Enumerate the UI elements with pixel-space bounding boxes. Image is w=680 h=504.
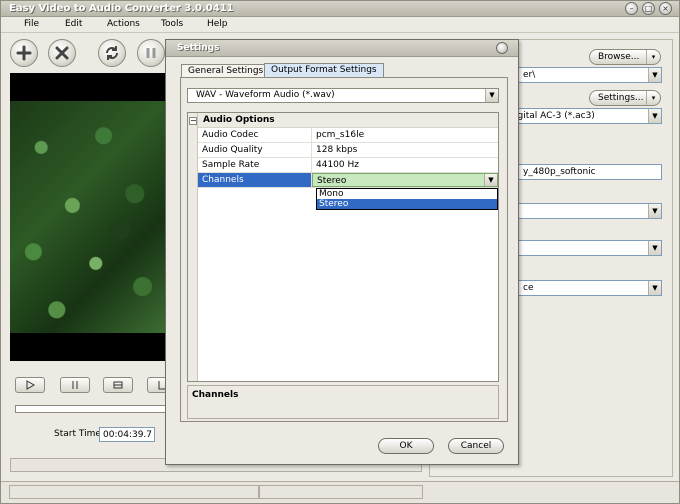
option-stereo[interactable]: Stereo bbox=[317, 199, 497, 209]
minimize-icon[interactable]: – bbox=[625, 2, 638, 15]
channels-dropdown-list: Mono Stereo bbox=[316, 188, 498, 210]
pause-button[interactable] bbox=[137, 39, 165, 67]
option-combo-2[interactable]: ▼ bbox=[518, 240, 662, 256]
play-icon bbox=[26, 380, 35, 390]
tab-general-settings[interactable]: General Settings bbox=[181, 64, 271, 78]
chevron-down-icon: ▼ bbox=[648, 281, 661, 295]
dialog-title: Settings bbox=[177, 43, 220, 53]
format-value: WAV - Waveform Audio (*.wav) bbox=[196, 90, 335, 100]
browse-button[interactable]: Browse... ▾ bbox=[589, 49, 661, 65]
stop-button[interactable] bbox=[103, 377, 133, 393]
add-icon bbox=[16, 45, 32, 61]
channels-combo[interactable]: Stereo ▼ bbox=[312, 173, 498, 187]
option-combo-1[interactable]: ▼ bbox=[518, 203, 662, 219]
pause-playback-button[interactable] bbox=[60, 377, 90, 393]
chevron-down-icon: ▼ bbox=[648, 204, 661, 218]
remove-icon bbox=[55, 46, 69, 60]
close-icon[interactable]: × bbox=[659, 2, 672, 15]
property-row-channels[interactable]: Channels Stereo ▼ bbox=[198, 173, 498, 188]
description-panel: Channels bbox=[187, 385, 499, 419]
ok-button[interactable]: OK bbox=[378, 438, 434, 454]
description-title: Channels bbox=[192, 390, 239, 400]
option-combo-3[interactable]: ce ▼ bbox=[518, 280, 662, 296]
chevron-down-icon: ▼ bbox=[485, 89, 498, 102]
output-folder-value: er\ bbox=[523, 70, 536, 80]
menu-actions[interactable]: Actions bbox=[107, 19, 140, 29]
property-value: 128 kbps bbox=[316, 145, 358, 155]
chevron-down-icon: ▼ bbox=[648, 68, 661, 82]
settings-button[interactable]: Settings... ▾ bbox=[589, 90, 661, 106]
video-frame bbox=[10, 101, 166, 333]
tab-output-format-settings[interactable]: Output Format Settings bbox=[264, 63, 384, 78]
property-grid: − Audio Options Audio Codec pcm_s16le Au… bbox=[187, 112, 499, 382]
video-preview bbox=[10, 73, 166, 361]
menu-edit[interactable]: Edit bbox=[65, 19, 82, 29]
option-combo-3-value: ce bbox=[523, 283, 534, 293]
start-time-field[interactable]: 00:04:39.7 bbox=[99, 427, 155, 442]
close-icon[interactable] bbox=[496, 42, 508, 54]
property-row-audio-quality[interactable]: Audio Quality 128 kbps bbox=[198, 143, 498, 158]
property-key: Channels bbox=[198, 173, 312, 187]
remove-button[interactable] bbox=[48, 39, 76, 67]
format-combo[interactable]: WAV - Waveform Audio (*.wav) ▼ bbox=[187, 88, 499, 103]
play-button[interactable] bbox=[15, 377, 45, 393]
output-format-value: igital AC-3 (*.ac3) bbox=[515, 111, 595, 121]
pause-icon bbox=[146, 48, 156, 58]
seek-bar[interactable] bbox=[15, 405, 175, 413]
property-row-audio-codec[interactable]: Audio Codec pcm_s16le bbox=[198, 128, 498, 143]
output-format-combo[interactable]: igital AC-3 (*.ac3) ▼ bbox=[510, 108, 662, 124]
convert-button[interactable] bbox=[98, 39, 126, 67]
channels-value: Stereo bbox=[317, 176, 347, 186]
tab-panel: WAV - Waveform Audio (*.wav) ▼ − Audio O… bbox=[180, 77, 508, 422]
title-bar: Easy Video to Audio Converter 3.0.0411 –… bbox=[1, 1, 679, 17]
menu-bar: File Edit Actions Tools Help bbox=[1, 17, 679, 33]
browse-label: Browse... bbox=[598, 52, 640, 62]
chevron-down-icon: ▾ bbox=[646, 50, 660, 64]
property-key: Audio Quality bbox=[198, 143, 312, 157]
output-filename-field[interactable]: y_480p_softonic bbox=[518, 164, 662, 180]
chevron-down-icon: ▼ bbox=[648, 109, 661, 123]
menu-help[interactable]: Help bbox=[207, 19, 228, 29]
chevron-down-icon: ▾ bbox=[646, 91, 660, 105]
menu-file[interactable]: File bbox=[24, 19, 39, 29]
status-cell-1 bbox=[9, 485, 259, 499]
start-time-label: Start Time: bbox=[54, 429, 104, 439]
property-value: pcm_s16le bbox=[316, 130, 365, 140]
convert-icon bbox=[106, 46, 118, 60]
grid-gutter bbox=[188, 113, 198, 381]
app-title: Easy Video to Audio Converter 3.0.0411 bbox=[9, 3, 234, 14]
chevron-down-icon: ▼ bbox=[648, 241, 661, 255]
property-row-sample-rate[interactable]: Sample Rate 44100 Hz bbox=[198, 158, 498, 173]
status-cell-2 bbox=[259, 485, 423, 499]
add-button[interactable] bbox=[10, 39, 38, 67]
status-bar bbox=[1, 481, 679, 503]
chevron-down-icon[interactable]: ▼ bbox=[484, 174, 497, 186]
settings-dialog: Settings General Settings Output Format … bbox=[165, 39, 519, 465]
option-mono[interactable]: Mono bbox=[317, 189, 497, 199]
settings-label: Settings... bbox=[598, 93, 644, 103]
property-key: Sample Rate bbox=[198, 158, 312, 172]
pause-icon bbox=[72, 381, 78, 389]
output-filename-value: y_480p_softonic bbox=[523, 167, 596, 177]
output-folder-combo[interactable]: er\ ▼ bbox=[518, 67, 662, 83]
main-window: Easy Video to Audio Converter 3.0.0411 –… bbox=[0, 0, 680, 504]
maximize-icon[interactable]: □ bbox=[642, 2, 655, 15]
cancel-button[interactable]: Cancel bbox=[448, 438, 504, 454]
property-value: 44100 Hz bbox=[316, 160, 359, 170]
category-header: Audio Options bbox=[198, 113, 498, 128]
dialog-title-bar: Settings bbox=[166, 40, 518, 57]
stop-icon bbox=[113, 381, 123, 389]
menu-tools[interactable]: Tools bbox=[161, 19, 183, 29]
property-key: Audio Codec bbox=[198, 128, 312, 142]
collapse-icon[interactable]: − bbox=[189, 117, 197, 125]
